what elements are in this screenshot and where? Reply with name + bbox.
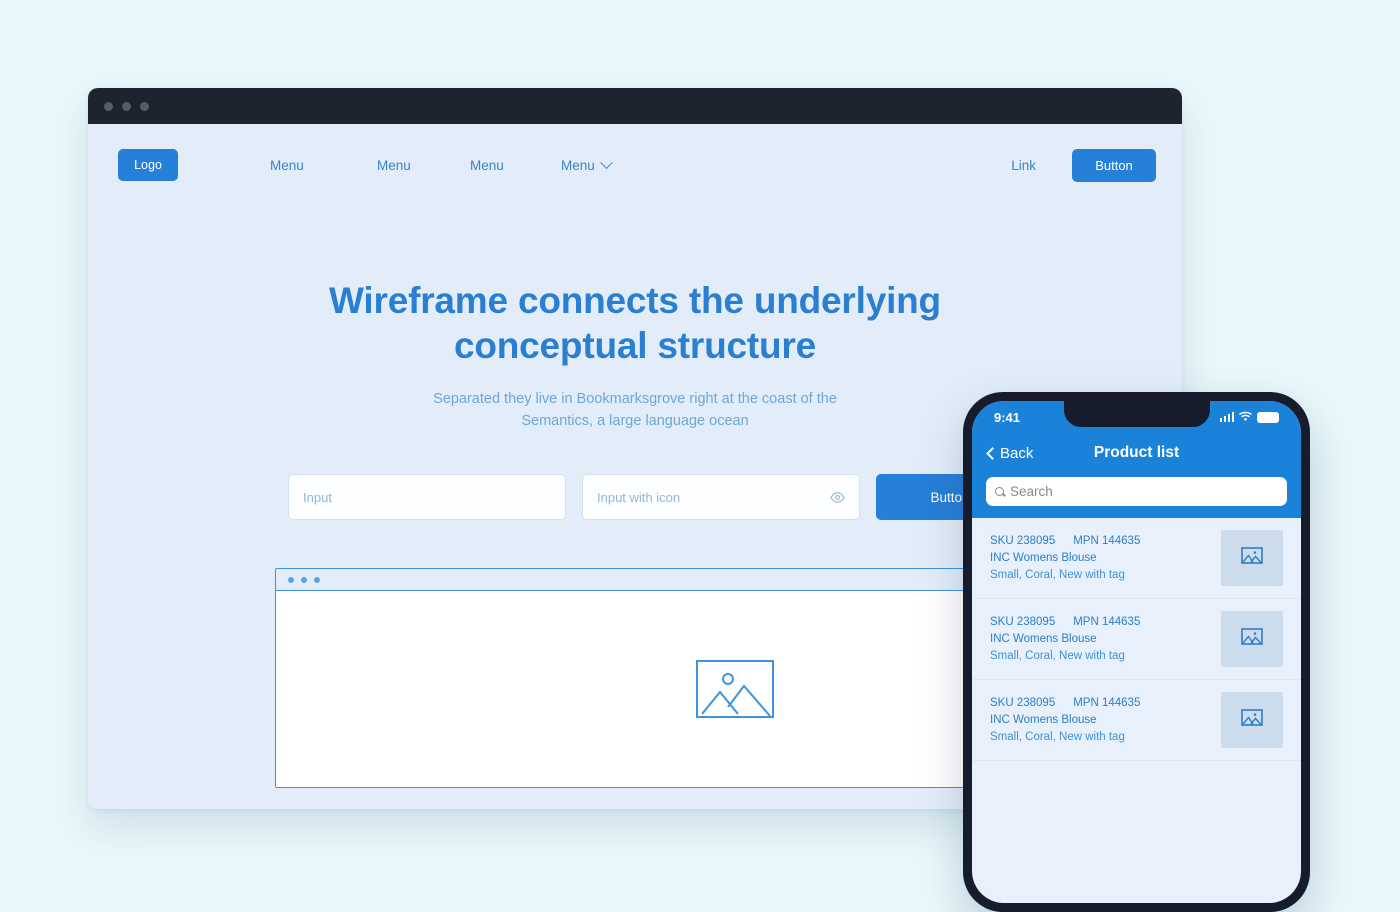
page-title: Product list: [1093, 444, 1180, 461]
input-with-icon-placeholder: Input with icon: [597, 489, 681, 505]
hero-subtext-line-1: Separated they live in Bookmarksgrove ri…: [433, 391, 837, 407]
back-label: Back: [1000, 444, 1034, 462]
phone-statusbar: 9:41: [972, 401, 1301, 433]
phone-navbar: Back Product list: [972, 433, 1301, 473]
product-sku: SKU 238095: [990, 697, 1056, 709]
nav-item-menu-3[interactable]: Menu: [456, 158, 549, 173]
product-thumbnail[interactable]: [1221, 692, 1283, 748]
search-icon: [995, 487, 1004, 496]
site-navbar: Logo Menu Menu Menu Menu Link Button: [88, 124, 1182, 206]
product-codes: SKU 238095 MPN 144635: [990, 616, 1221, 628]
search-placeholder: Search: [1010, 484, 1053, 499]
image-icon: [1241, 709, 1263, 731]
status-icons: [1219, 408, 1279, 426]
product-mpn: MPN 144635: [1073, 535, 1141, 547]
product-sku: SKU 238095: [990, 535, 1056, 547]
nav-item-menu-2[interactable]: Menu: [363, 158, 456, 173]
product-attributes: Small, Coral, New with tag: [990, 650, 1125, 662]
hero-heading-line-1: Wireframe connects the underlying: [329, 280, 941, 321]
card-dot-1[interactable]: [288, 576, 294, 583]
phone-screen: 9:41 Back Product list Search SKU 238095…: [972, 401, 1301, 903]
input-plain-placeholder: Input: [303, 489, 332, 505]
product-codes: SKU 238095 MPN 144635: [990, 697, 1221, 709]
product-attributes: Small, Coral, New with tag: [990, 569, 1125, 581]
product-mpn: MPN 144635: [1073, 616, 1141, 628]
card-dot-3[interactable]: [314, 576, 320, 583]
eye-icon[interactable]: [830, 490, 845, 505]
product-thumbnail[interactable]: [1221, 530, 1283, 586]
list-item[interactable]: SKU 238095 MPN 144635 INC Womens Blouse …: [972, 680, 1301, 761]
nav-cta-button[interactable]: Button: [1072, 148, 1156, 182]
product-list: SKU 238095 MPN 144635 INC Womens Blouse …: [972, 518, 1301, 761]
nav-item-menu-1[interactable]: Menu: [270, 158, 363, 173]
product-info: SKU 238095 MPN 144635 INC Womens Blouse …: [990, 535, 1221, 581]
hero-heading-line-2: conceptual structure: [454, 325, 816, 366]
input-with-icon[interactable]: Input with icon: [582, 474, 860, 520]
wifi-icon: [1239, 408, 1252, 426]
window-close-dot[interactable]: [104, 101, 113, 111]
nav-item-menu-4[interactable]: Menu: [549, 155, 642, 173]
hero-subtext-line-2: Semantics, a large language ocean: [521, 413, 749, 429]
nav-item-label: Menu: [561, 157, 595, 173]
product-sku: SKU 238095: [990, 616, 1056, 628]
card-dot-2[interactable]: [301, 576, 307, 583]
product-thumbnail[interactable]: [1221, 611, 1283, 667]
image-icon: [1241, 547, 1263, 569]
list-item[interactable]: SKU 238095 MPN 144635 INC Womens Blouse …: [972, 599, 1301, 680]
image-icon: [1241, 628, 1263, 650]
product-codes: SKU 238095 MPN 144635: [990, 535, 1221, 547]
status-time: 9:41: [994, 409, 1021, 425]
nav-item-label: Menu: [270, 157, 304, 173]
back-button[interactable]: Back: [986, 444, 1034, 462]
product-attributes: Small, Coral, New with tag: [990, 731, 1125, 743]
nav-menu: Menu Menu Menu Menu: [270, 155, 642, 173]
nav-link[interactable]: Link: [1011, 158, 1036, 173]
product-info: SKU 238095 MPN 144635 INC Womens Blouse …: [990, 697, 1221, 743]
signal-icon: [1219, 412, 1234, 422]
battery-icon: [1257, 411, 1279, 423]
product-name: INC Womens Blouse: [990, 552, 1097, 564]
window-maximize-dot[interactable]: [140, 101, 149, 111]
nav-item-label: Menu: [470, 157, 504, 173]
chevron-left-icon: [986, 446, 999, 460]
chevron-down-icon: [599, 155, 613, 169]
search-input[interactable]: Search: [986, 477, 1287, 506]
product-name: INC Womens Blouse: [990, 633, 1097, 645]
image-placeholder-icon: [696, 660, 774, 718]
nav-right-group: Link Button: [1011, 148, 1156, 182]
nav-item-label: Menu: [377, 157, 411, 173]
phone-header: 9:41 Back Product list Search: [972, 401, 1301, 518]
search-wrapper: Search: [972, 473, 1301, 518]
product-name: INC Womens Blouse: [990, 714, 1097, 726]
list-item[interactable]: SKU 238095 MPN 144635 INC Womens Blouse …: [972, 518, 1301, 599]
input-plain[interactable]: Input: [288, 474, 566, 520]
phone-mockup: 9:41 Back Product list Search SKU 238095…: [963, 392, 1310, 912]
hero-heading: Wireframe connects the underlying concep…: [88, 278, 1182, 368]
product-info: SKU 238095 MPN 144635 INC Womens Blouse …: [990, 616, 1221, 662]
product-mpn: MPN 144635: [1073, 697, 1141, 709]
window-minimize-dot[interactable]: [122, 101, 131, 111]
logo-button[interactable]: Logo: [118, 149, 178, 181]
browser-titlebar: [88, 88, 1182, 124]
